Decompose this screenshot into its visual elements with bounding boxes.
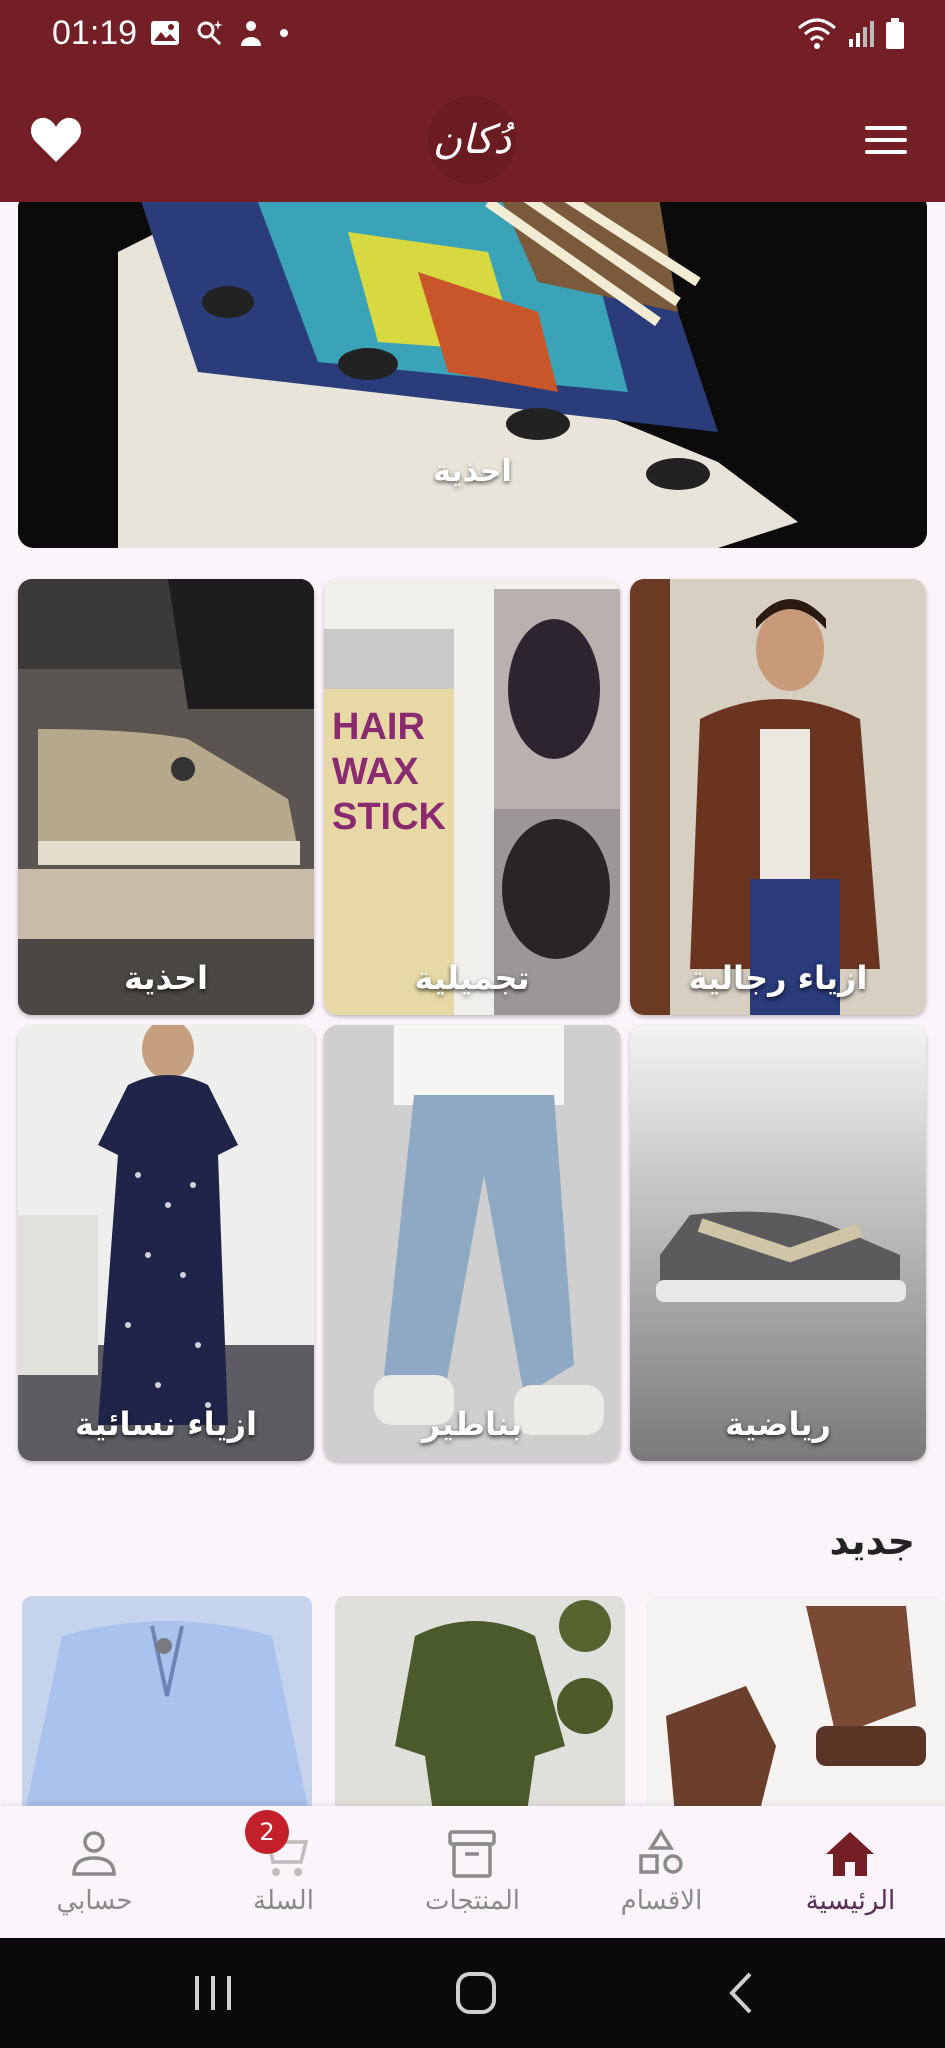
category-sports[interactable]: رياضية xyxy=(630,1025,926,1461)
hand-icon xyxy=(241,21,261,46)
category-label: رياضية xyxy=(725,1405,831,1443)
app-bar: دُكان xyxy=(0,72,945,202)
nav-item-account[interactable]: حسابي xyxy=(0,1806,189,1938)
nav-label: الرئيسية xyxy=(805,1886,896,1916)
system-status-icons xyxy=(797,18,905,50)
home-content[interactable]: احذية ازياء رجالية HAIR WAX STICK تجميلي… xyxy=(0,202,945,1806)
nav-label: حسابي xyxy=(56,1886,133,1916)
battery-icon xyxy=(886,18,904,49)
category-womens-fashion[interactable]: ازياء نسائية xyxy=(18,1025,314,1461)
notification-icons xyxy=(150,18,290,48)
bottom-nav: الرئيسية الاقسام المنتجات 2 السلة حسابي xyxy=(0,1806,945,1938)
person-icon xyxy=(72,1831,116,1876)
hero-label: احذية xyxy=(433,454,512,489)
product-image-shirt xyxy=(22,1596,312,1806)
wifi-icon xyxy=(798,18,836,49)
cosmetics-image: HAIR WAX STICK xyxy=(324,579,620,1015)
womens-fashion-image xyxy=(18,1025,314,1461)
svg-text:WAX: WAX xyxy=(332,751,419,793)
gallery-icon xyxy=(151,21,179,45)
category-label: بناطير xyxy=(421,1405,523,1443)
hero-banner-shoes[interactable]: احذية xyxy=(18,202,927,548)
logo-text: دُكان xyxy=(432,117,512,163)
product-image-tracksuit xyxy=(335,1596,625,1806)
category-cosmetics[interactable]: HAIR WAX STICK تجميلية xyxy=(324,579,620,1015)
product-card[interactable] xyxy=(646,1596,945,1806)
cart-badge: 2 xyxy=(245,1810,289,1854)
category-label: تجميلية xyxy=(414,959,530,997)
sports-image xyxy=(630,1025,926,1461)
app-logo: دُكان xyxy=(428,96,516,184)
pants-image xyxy=(324,1025,620,1461)
svg-text:HAIR: HAIR xyxy=(332,706,425,748)
archive-icon xyxy=(448,1830,496,1878)
favorites-heart-icon[interactable] xyxy=(28,112,84,168)
hero-shoe-image xyxy=(18,202,927,548)
sparkle-search-icon xyxy=(197,20,223,46)
nav-item-cart[interactable]: 2 السلة xyxy=(189,1806,378,1938)
nav-label: السلة xyxy=(253,1886,314,1916)
nav-label: المنتجات xyxy=(424,1886,521,1916)
dot-icon xyxy=(280,29,288,37)
back-icon[interactable] xyxy=(712,1968,772,2018)
product-card[interactable] xyxy=(22,1596,312,1806)
system-nav-bar xyxy=(0,1938,945,2048)
signal-icon xyxy=(849,21,874,47)
category-label: ازياء رجالية xyxy=(688,959,868,997)
category-label: ازياء نسائية xyxy=(75,1405,257,1443)
svg-text:STICK: STICK xyxy=(332,796,447,838)
shoes-image xyxy=(18,579,314,1015)
category-mens-fashion[interactable]: ازياء رجالية xyxy=(630,579,926,1015)
status-bar: 01:19 xyxy=(0,0,945,72)
nav-item-categories[interactable]: الاقسام xyxy=(567,1806,756,1938)
home-button-icon[interactable] xyxy=(446,1968,506,2018)
nav-item-home[interactable]: الرئيسية xyxy=(756,1806,945,1938)
category-shoes[interactable]: احذية xyxy=(18,579,314,1015)
nav-label: الاقسام xyxy=(620,1886,703,1916)
product-image-sandals xyxy=(646,1596,945,1806)
recent-apps-icon[interactable] xyxy=(183,1968,243,2018)
new-section-title: جديد xyxy=(829,1519,915,1563)
status-time: 01:19 xyxy=(52,14,138,52)
product-card[interactable] xyxy=(335,1596,625,1806)
home-icon xyxy=(826,1832,874,1876)
nav-item-products[interactable]: المنتجات xyxy=(378,1806,567,1938)
category-pants[interactable]: بناطير xyxy=(324,1025,620,1461)
hamburger-menu-icon[interactable] xyxy=(863,120,909,160)
category-label: احذية xyxy=(124,959,208,997)
mens-fashion-image xyxy=(630,579,926,1015)
shapes-icon xyxy=(639,1828,683,1874)
